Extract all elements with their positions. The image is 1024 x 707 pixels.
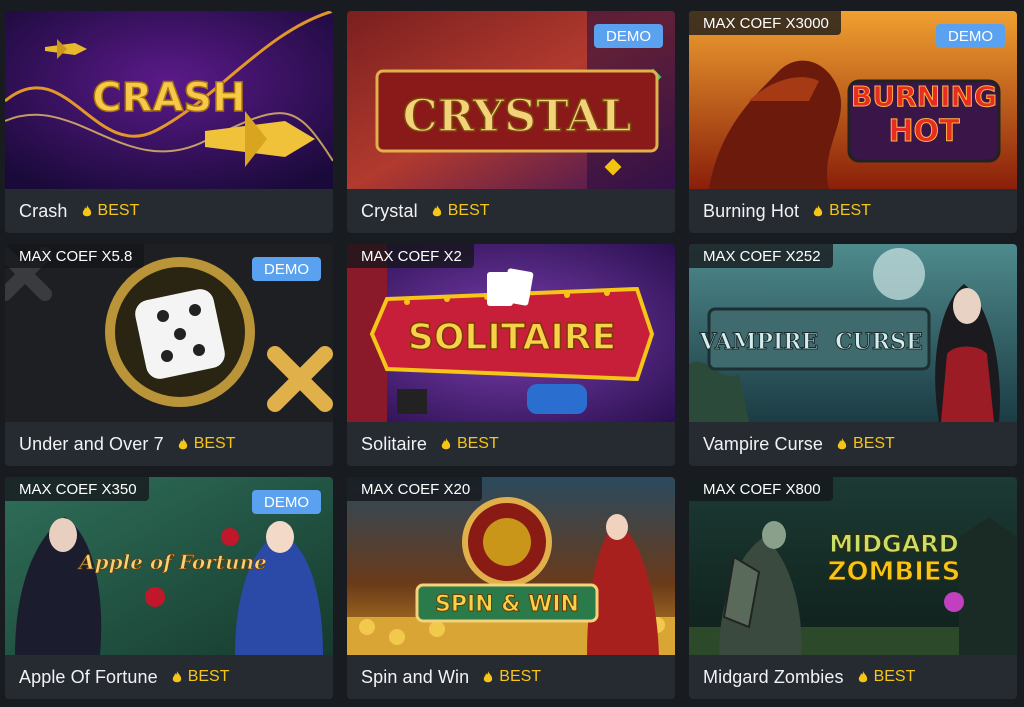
- best-badge: BEST: [483, 668, 541, 686]
- best-badge: BEST: [837, 435, 895, 453]
- max-coef-badge: MAX COEF X252: [689, 244, 833, 268]
- zombies-logo-text: ZOMBIES: [828, 557, 961, 587]
- best-badge: BEST: [813, 202, 871, 220]
- game-card-footer: Vampire Curse BEST: [689, 422, 1017, 466]
- game-card-footer: Crystal BEST: [347, 189, 675, 233]
- game-card-footer: Midgard Zombies BEST: [689, 655, 1017, 699]
- game-thumbnail-midgard-zombies[interactable]: MIDGARD ZOMBIES: [689, 477, 1017, 655]
- best-badge: BEST: [178, 435, 236, 453]
- game-card-apple-of-fortune[interactable]: Apple of Fortune MAX COEF X350 DEMO Appl…: [5, 477, 333, 699]
- best-badge-label: BEST: [97, 202, 140, 219]
- game-title: Apple Of Fortune: [19, 666, 158, 687]
- best-badge-label: BEST: [193, 435, 236, 452]
- fire-icon: [432, 204, 441, 216]
- best-badge: BEST: [432, 202, 490, 220]
- crystal-logo-text: CRYSTAL: [403, 91, 632, 142]
- game-card-under-and-over-7[interactable]: MAX COEF X5.8 DEMO Under and Over 7 BEST: [5, 244, 333, 466]
- game-title: Burning Hot: [703, 200, 800, 221]
- best-badge: BEST: [858, 668, 916, 686]
- fire-icon: [837, 437, 847, 449]
- vampire-logo-text: VAMPIRE: [699, 329, 819, 355]
- fire-icon: [82, 204, 91, 216]
- game-card-footer: Under and Over 7 BEST: [5, 422, 333, 466]
- best-badge-label: BEST: [853, 435, 895, 452]
- fire-icon: [813, 204, 823, 216]
- game-card-spin-and-win[interactable]: SPIN & WIN MAX COEF X20 Spin and Win BES…: [347, 477, 675, 699]
- demo-badge[interactable]: DEMO: [936, 24, 1005, 48]
- best-badge-label: BEST: [829, 202, 871, 219]
- best-badge-label: BEST: [499, 668, 542, 685]
- solitaire-logo-text: SOLITAIRE: [408, 317, 616, 358]
- fire-icon: [858, 670, 867, 682]
- game-thumbnail-vampire-curse[interactable]: VAMPIRE CURSE: [689, 244, 1017, 422]
- midgard-logo-text: MIDGARD: [829, 530, 958, 558]
- game-title: Crash: [19, 200, 68, 221]
- demo-badge[interactable]: DEMO: [252, 490, 321, 514]
- game-card-footer: Burning Hot BEST: [689, 189, 1017, 233]
- game-thumbnail-spin-and-win[interactable]: SPIN & WIN: [347, 477, 675, 655]
- game-card-solitaire[interactable]: SOLITAIRE MAX COEF X2 Solitaire BEST: [347, 244, 675, 466]
- max-coef-badge: MAX COEF X2: [347, 244, 474, 268]
- game-title: Spin and Win: [361, 666, 470, 687]
- fire-icon: [441, 437, 451, 449]
- best-badge-label: BEST: [187, 668, 230, 685]
- game-title: Crystal: [361, 200, 418, 221]
- best-badge-label: BEST: [447, 202, 490, 219]
- best-badge-label: BEST: [456, 435, 499, 452]
- game-card-burning-hot[interactable]: BURNING HOT MAX COEF X3000 DEMO Burning …: [689, 11, 1017, 233]
- fire-icon: [484, 670, 493, 682]
- game-title: Vampire Curse: [703, 433, 824, 454]
- max-coef-badge: MAX COEF X3000: [689, 11, 841, 35]
- game-card-footer: Apple Of Fortune BEST: [5, 655, 333, 699]
- games-grid: CRASH Crash BEST CRYSTAL DEMO Crystal BE…: [5, 11, 1017, 699]
- game-card-crystal[interactable]: CRYSTAL DEMO Crystal BEST: [347, 11, 675, 233]
- game-card-midgard-zombies[interactable]: MIDGARD ZOMBIES MAX COEF X800 Midgard Zo…: [689, 477, 1017, 699]
- best-badge-label: BEST: [873, 668, 916, 685]
- curse-logo-text: CURSE: [835, 329, 923, 355]
- crash-logo-text: CRASH: [92, 75, 245, 121]
- max-coef-badge: MAX COEF X20: [347, 477, 483, 501]
- game-thumbnail-crash[interactable]: CRASH: [5, 11, 333, 189]
- game-title: Under and Over 7: [19, 433, 164, 454]
- spin-and-win-logo-text: SPIN & WIN: [435, 592, 579, 617]
- burning-logo-text: BURNING: [851, 80, 997, 113]
- max-coef-badge: MAX COEF X800: [689, 477, 833, 501]
- game-title: Solitaire: [361, 433, 427, 454]
- best-badge: BEST: [441, 435, 499, 453]
- demo-badge[interactable]: DEMO: [252, 257, 321, 281]
- demo-badge[interactable]: DEMO: [594, 24, 663, 48]
- game-card-footer: Solitaire BEST: [347, 422, 675, 466]
- game-card-crash[interactable]: CRASH Crash BEST: [5, 11, 333, 233]
- game-card-vampire-curse[interactable]: VAMPIRE CURSE MAX COEF X252 Vampire Curs…: [689, 244, 1017, 466]
- best-badge: BEST: [172, 668, 230, 686]
- game-card-footer: Spin and Win BEST: [347, 655, 675, 699]
- game-title: Midgard Zombies: [703, 666, 844, 687]
- game-thumbnail-solitaire[interactable]: SOLITAIRE: [347, 244, 675, 422]
- fire-icon: [178, 437, 187, 449]
- best-badge: BEST: [82, 202, 140, 220]
- apple-of-fortune-logo-text: Apple of Fortune: [77, 550, 267, 574]
- fire-icon: [172, 670, 181, 682]
- max-coef-badge: MAX COEF X5.8: [5, 244, 145, 268]
- game-card-footer: Crash BEST: [5, 189, 333, 233]
- hot-logo-text: HOT: [888, 114, 960, 149]
- max-coef-badge: MAX COEF X350: [5, 477, 149, 501]
